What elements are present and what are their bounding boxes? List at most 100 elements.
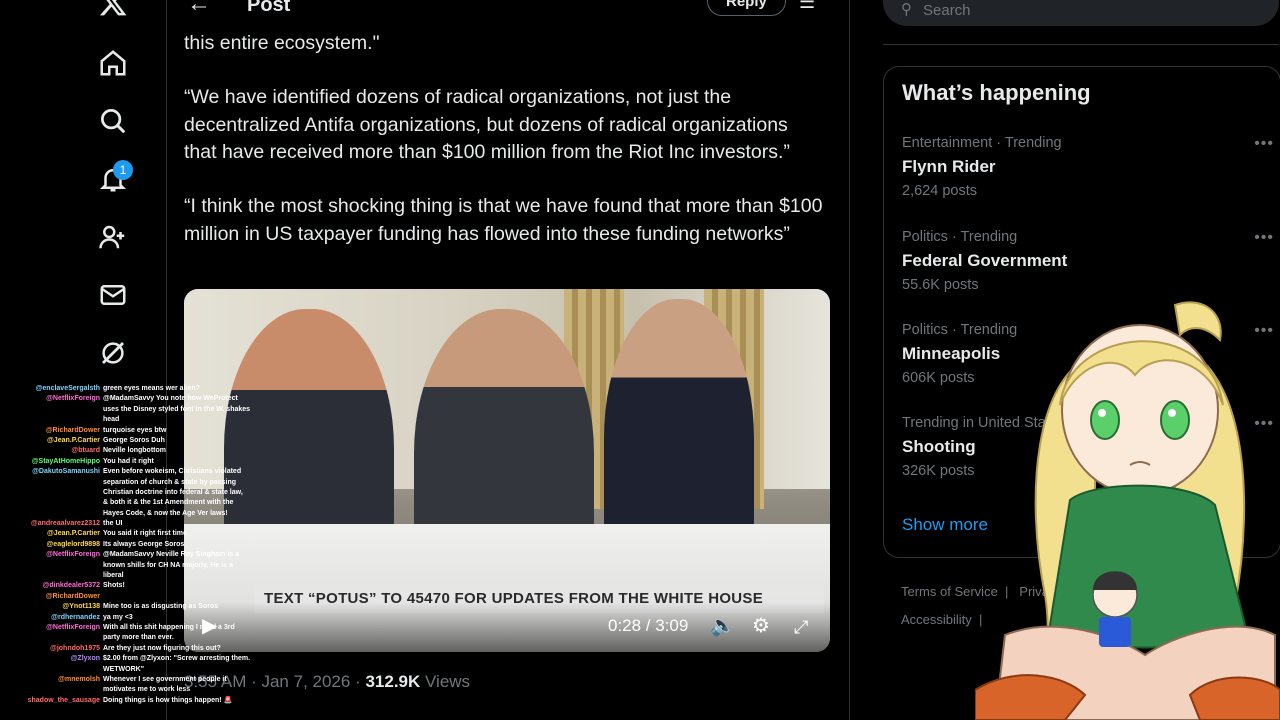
chat-username: @dinkdealer5372 [42,582,100,590]
post-header: ← Post Reply ☰ [167,0,849,22]
chat-message: party more than ever. [103,634,174,642]
chat-line: @btuard Neville longbottom [0,446,270,456]
chat-username: @Jean.P.Cartier [46,436,100,444]
chat-line: liberal [0,571,270,581]
chat-line: @NetflixForeign @MadamSavvy You note how … [0,394,270,404]
trend-category: Entertainment · Trending [902,135,1062,151]
volume-icon[interactable]: 🔈 [710,613,735,638]
chat-line: separation of church & state by passing [0,478,270,488]
trend-category: Politics · Trending [902,229,1018,245]
chat-line: @andreaalvarez2312 the UI [0,519,270,529]
chat-message: head [103,416,120,424]
chat-username: @enclaveSergalsth [35,385,100,392]
home-icon[interactable] [98,48,130,80]
vtuber-avatar [975,301,1280,720]
gear-icon[interactable]: ⚙ [752,613,770,638]
chat-username: @rdhernandez [51,613,100,621]
search-nav-icon[interactable] [98,106,130,138]
chat-message: separation of church & state by passing [103,478,237,486]
chat-username: @NetflixForeign [46,395,100,403]
chat-message: George Soros Duh [103,436,165,444]
page-title: Post [247,0,291,16]
trend-name: Federal Government [902,251,1068,270]
chat-line: party more than ever. [0,633,270,643]
chat-username: @mnemolsh [58,675,100,683]
chat-message: WETWORK" [103,665,145,673]
chat-line: @Ynot1138 Mine too is as disgusting as So… [0,602,270,612]
views-count: 312.9K [365,672,421,691]
trend-count: 55.6K posts [902,277,979,293]
video-time: 0:28 / 3:09 [608,616,689,635]
x-logo-icon[interactable] [98,0,130,20]
chat-line: motivates me to work less [0,685,270,695]
trend-item[interactable]: Entertainment · Trending Flynn Rider 2,6… [902,135,1273,199]
chat-message: You had it right [103,457,154,465]
chat-message: Doing things is how things happen! 🚨 [103,696,233,704]
search-icon: ⚲ [901,1,912,18]
chat-username: @Jean.P.Cartier [46,530,100,538]
search-input[interactable]: Search [923,2,971,19]
video-player[interactable]: TEXT “POTUS” TO 45470 FOR UPDATES FROM T… [184,289,830,652]
reply-button[interactable]: Reply [707,0,786,16]
more-icon[interactable]: ••• [1254,229,1274,247]
chat-username: @RichardDower [45,592,100,600]
chat-message: Christian doctrine into federal & state … [103,488,243,496]
grok-icon[interactable] [98,338,130,370]
notifications-badge: 1 [113,160,133,180]
chat-message: Mine too is as disgusting as Soros [103,603,219,611]
chat-username: @RichardDower [45,426,100,434]
chat-line: uses the Disney styled font in the W. sh… [0,405,270,415]
chat-line: head [0,415,270,425]
chat-line: @StayAtHomeHippo You had it right [0,457,270,467]
chat-message: Its always George Soros [103,540,185,548]
chat-line: @johndoh1975 Are they just now figuring t… [0,644,270,654]
chat-message: turquoise eyes btw [103,426,167,434]
accessibility-link[interactable]: Accessibility [901,612,972,627]
chat-message: & both it & the 1st Amendment with the [103,499,234,507]
chat-message: Hayes Code, & now the Age Ver laws! [103,509,228,517]
chat-line: Christian doctrine into federal & state … [0,488,270,498]
chat-message: @MadamSavvy You note how WeProtect [103,395,238,403]
stream-chat-overlay: @enclaveSergalsth green eyes means wer al… [0,384,270,706]
page: 1 ← Post Reply ☰ this entire ecosystem."… [0,0,1280,720]
post-paragraph: this entire ecosystem." [184,32,380,54]
chat-line: @RichardDower turquoise eyes btw [0,426,270,436]
chat-line: @NetflixForeign With all this shit happen… [0,623,270,633]
chat-line: & both it & the 1st Amendment with the [0,498,270,508]
chat-username: @eaglelord9898 [46,540,100,548]
chat-message: the UI [103,520,123,528]
chat-username: @johndoh1975 [50,644,100,652]
follow-icon[interactable] [98,222,130,254]
chat-message: Whenever I see government people it [103,675,227,683]
chat-message: ya my <3 [103,613,133,621]
chat-line: @enclaveSergalsth green eyes means wer al… [0,384,270,394]
chat-line: @mnemolsh Whenever I see government peopl… [0,675,270,685]
post-paragraph: “I think the most shocking thing is that… [184,195,823,245]
fullscreen-icon[interactable]: ⤢ [794,617,808,638]
video-controls: ▶ 0:28 / 3:09 🔈 ⚙ ⤢ [184,602,830,652]
chat-line: @Jean.P.Cartier You said it right first t… [0,529,270,539]
search-box[interactable]: ⚲ Search [883,0,1279,26]
options-icon[interactable]: ☰ [799,0,815,13]
chat-line: @dinkdealer5372 Shots! [0,581,270,591]
chat-message: $2.00 from @Zlyxon: "Screw arresting the… [103,655,251,663]
chat-message: @MadamSavvy Neville Roy Singham is a [103,551,239,559]
chat-username: @Ynot1138 [62,603,100,611]
chat-username: @Zlyxon [70,655,100,663]
more-icon[interactable]: ••• [1254,135,1274,153]
chat-message: Are they just now figuring this out? [103,644,221,652]
divider [883,44,1279,45]
chat-username: shadow_the_sausage [27,696,100,704]
messages-icon[interactable] [98,280,130,312]
chat-message: Even before wokeism, Christians violated [103,468,242,476]
chat-line: known shills for CH NA majorly. He is a [0,561,270,571]
trend-item[interactable]: Politics · Trending Federal Government 5… [902,229,1273,293]
views-label: Views [420,672,471,691]
chat-username: @StayAtHomeHippo [31,457,100,465]
chat-message: You said it right first time [103,530,187,538]
chat-username: @NetflixForeign [46,551,100,559]
back-arrow-icon[interactable]: ← [187,0,211,18]
chat-line: @Zlyxon $2.00 from @Zlyxon: "Screw arrest… [0,654,270,664]
chat-line: WETWORK" [0,665,270,675]
chat-username: @andreaalvarez2312 [30,520,100,528]
